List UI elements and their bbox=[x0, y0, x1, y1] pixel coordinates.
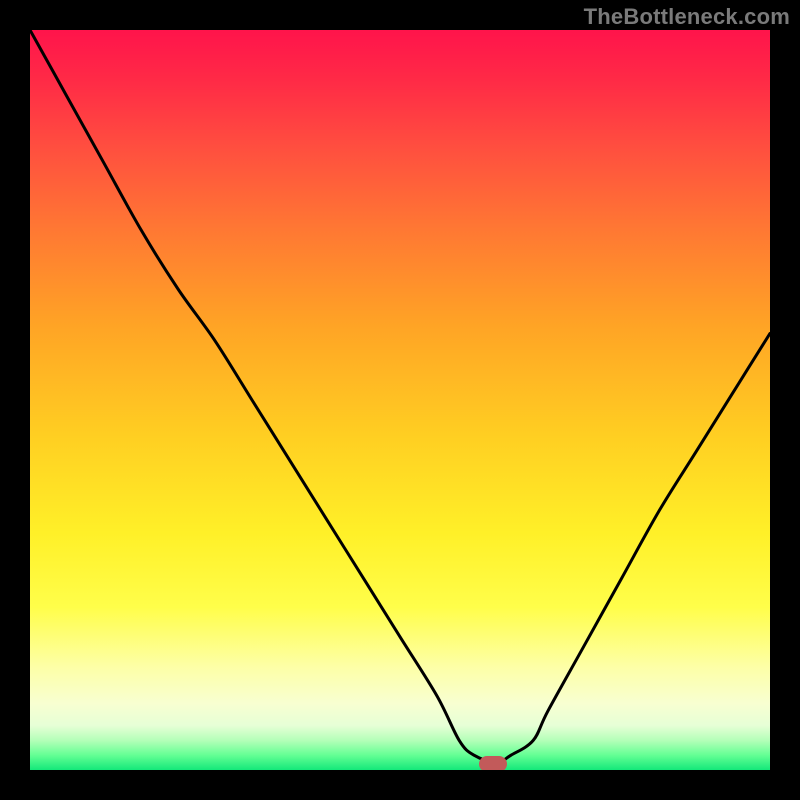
optimal-point-marker bbox=[479, 756, 507, 770]
bottleneck-curve bbox=[30, 30, 770, 770]
plot-area bbox=[30, 30, 770, 770]
attribution-text: TheBottleneck.com bbox=[584, 4, 790, 30]
chart-frame: TheBottleneck.com bbox=[0, 0, 800, 800]
